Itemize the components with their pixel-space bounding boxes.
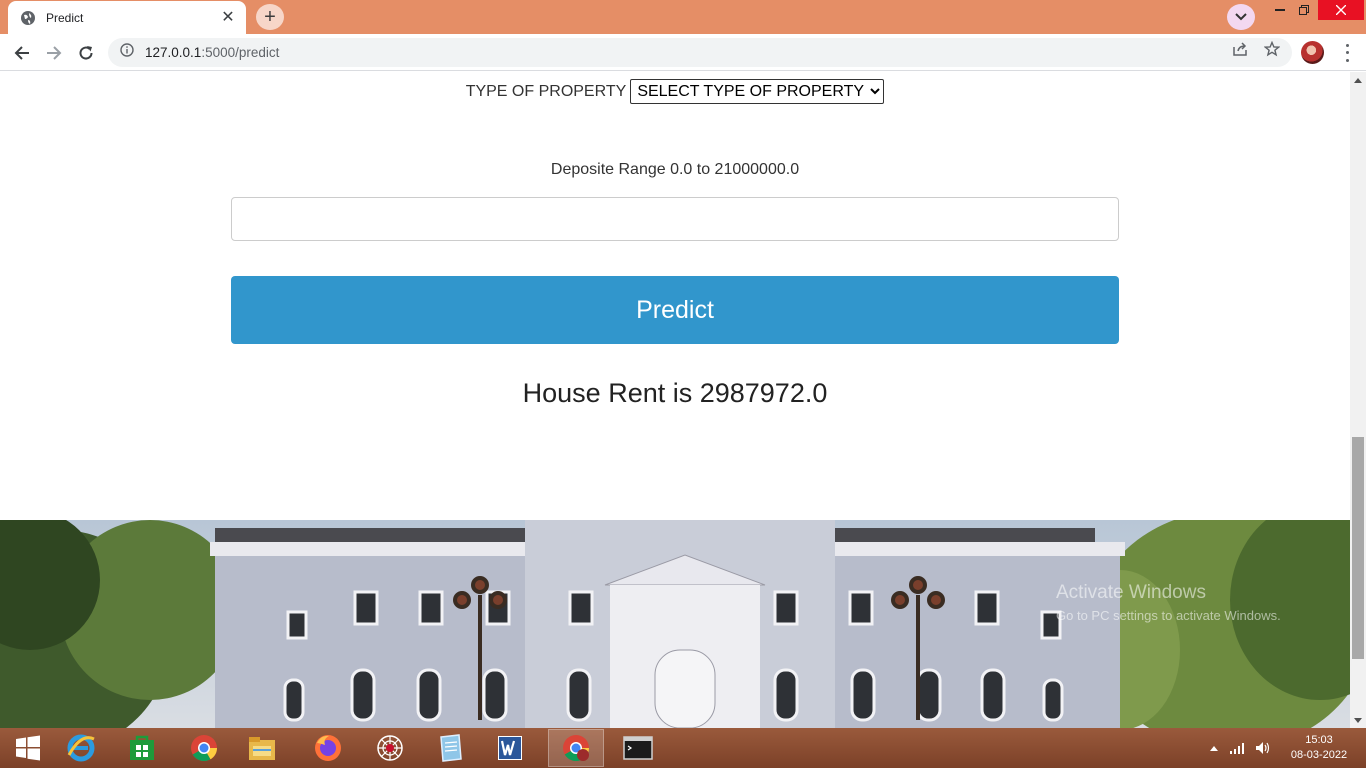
- tab-title: Predict: [46, 10, 84, 25]
- tray-chevron-icon[interactable]: [1207, 728, 1221, 768]
- scrollbar-thumb[interactable]: [1352, 437, 1364, 659]
- chrome-icon[interactable]: [176, 729, 232, 767]
- tab-close-icon[interactable]: ✕: [220, 9, 236, 26]
- close-window-icon[interactable]: [1318, 0, 1364, 20]
- tab-predict[interactable]: Predict ✕: [8, 1, 246, 34]
- bookmark-star-icon[interactable]: [1263, 40, 1281, 58]
- network-signal-icon[interactable]: [1229, 728, 1247, 768]
- internet-explorer-icon[interactable]: [53, 729, 109, 767]
- clock-date: 08-03-2022: [1290, 749, 1348, 761]
- activation-watermark: Activate Windows Go to PC settings to ac…: [1056, 582, 1281, 623]
- deposit-input[interactable]: [231, 197, 1119, 241]
- notepad-icon[interactable]: [422, 729, 478, 767]
- deposit-range-label: Deposite Range 0.0 to 21000000.0: [550, 161, 800, 178]
- vertical-scrollbar[interactable]: [1350, 72, 1366, 728]
- tab-search-icon[interactable]: [1227, 4, 1255, 30]
- url-path: :5000/predict: [201, 45, 280, 60]
- forward-arrow-icon[interactable]: [40, 39, 68, 67]
- share-icon[interactable]: [1231, 40, 1249, 58]
- info-icon[interactable]: [120, 43, 134, 62]
- watermark-line2: Go to PC settings to activate Windows.: [1056, 608, 1281, 623]
- reload-icon[interactable]: [72, 39, 100, 67]
- house-banner-image: [0, 520, 1350, 728]
- windows-start-icon[interactable]: [0, 729, 56, 767]
- firefox-icon[interactable]: [300, 729, 356, 767]
- building-illustration: [0, 520, 1350, 728]
- windows-taskbar: 15:03 08-03-2022: [0, 728, 1366, 768]
- url-text: 127.0.0.1:5000/predict: [145, 45, 279, 60]
- clock-time: 15:03: [1305, 734, 1333, 746]
- predict-button[interactable]: Predict: [231, 276, 1119, 344]
- new-tab-button[interactable]: +: [256, 4, 284, 30]
- back-arrow-icon[interactable]: [8, 39, 36, 67]
- property-type-label: TYPE OF PROPERTY: [465, 82, 627, 100]
- url-host: 127.0.0.1: [145, 45, 202, 60]
- restore-icon[interactable]: [1287, 0, 1321, 20]
- page-viewport: TYPE OF PROPERTY SELECT TYPE OF PROPERTY…: [0, 72, 1350, 728]
- property-type-select[interactable]: SELECT TYPE OF PROPERTY: [630, 79, 885, 104]
- tab-strip: Predict ✕ +: [0, 0, 1366, 34]
- terminal-icon[interactable]: [610, 729, 666, 767]
- profile-avatar[interactable]: [1301, 41, 1324, 64]
- browser-toolbar: 127.0.0.1:5000/predict: [0, 34, 1366, 71]
- chrome-active-icon[interactable]: [548, 729, 604, 767]
- spider-app-icon[interactable]: [362, 729, 418, 767]
- globe-icon: [20, 10, 36, 26]
- scroll-down-arrow-icon[interactable]: [1350, 712, 1366, 728]
- word-icon[interactable]: [482, 729, 538, 767]
- watermark-line1: Activate Windows: [1056, 582, 1206, 603]
- prediction-result: House Rent is 2987972.0: [522, 378, 828, 408]
- store-icon[interactable]: [114, 729, 170, 767]
- system-clock[interactable]: 15:03 08-03-2022: [1284, 733, 1354, 763]
- file-explorer-icon[interactable]: [234, 729, 290, 767]
- volume-icon[interactable]: [1253, 728, 1273, 768]
- address-bar[interactable]: 127.0.0.1:5000/predict: [108, 38, 1292, 67]
- menu-kebab-icon[interactable]: [1338, 42, 1356, 64]
- scroll-up-arrow-icon[interactable]: [1350, 72, 1366, 88]
- property-type-row: TYPE OF PROPERTY SELECT TYPE OF PROPERTY: [0, 79, 1350, 104]
